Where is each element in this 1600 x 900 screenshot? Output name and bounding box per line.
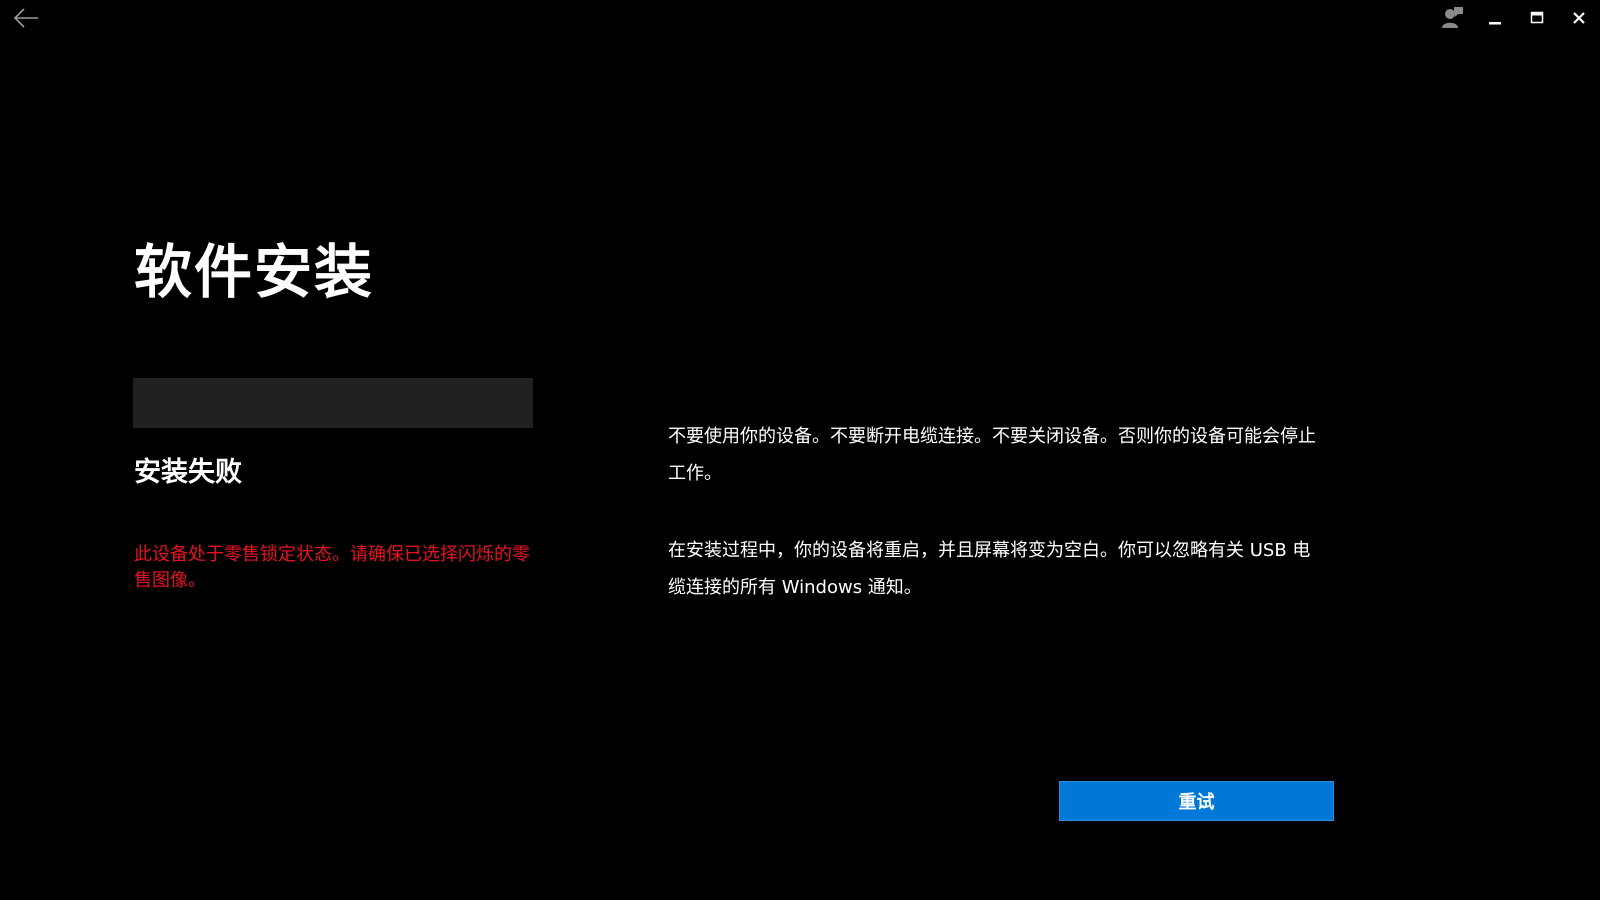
minimize-icon — [1488, 10, 1502, 29]
maximize-button[interactable] — [1516, 0, 1558, 38]
info-paragraph-warning: 不要使用你的设备。不要断开电缆连接。不要关闭设备。否则你的设备可能会停止工作。 — [668, 426, 1316, 484]
app-window: 软件安装 安装失败 此设备处于零售锁定状态。请确保已选择闪烁的零售图像。 不要使… — [0, 0, 1600, 900]
retry-button[interactable]: 重试 — [1059, 781, 1334, 821]
close-icon — [1572, 10, 1586, 29]
retry-button-label: 重试 — [1178, 792, 1215, 813]
status-heading: 安装失败 — [134, 457, 242, 488]
error-message: 此设备处于零售锁定状态。请确保已选择闪烁的零售图像。 — [134, 544, 530, 591]
page-title: 软件安装 — [134, 238, 375, 306]
minimize-button[interactable] — [1474, 0, 1516, 38]
close-button[interactable] — [1558, 0, 1600, 38]
info-paragraph-restart: 在安装过程中，你的设备将重启，并且屏幕将变为空白。你可以忽略有关 USB 电缆连… — [668, 540, 1311, 598]
arrow-left-icon — [13, 7, 39, 33]
person-feedback-icon — [1441, 5, 1465, 33]
maximize-icon — [1530, 10, 1544, 29]
back-button[interactable] — [8, 4, 44, 36]
window-controls — [1432, 0, 1600, 40]
progress-bar — [133, 378, 533, 428]
feedback-button[interactable] — [1432, 0, 1474, 38]
